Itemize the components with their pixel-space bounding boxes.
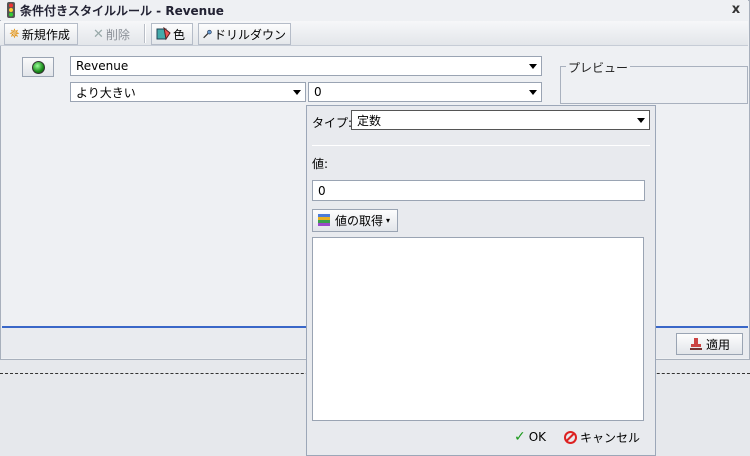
check-icon: ✓ [514,429,526,445]
color-button[interactable]: 色 [151,23,193,45]
apply-button[interactable]: 適用 [676,333,743,355]
delete-x-icon: ✕ [93,26,104,42]
field-select[interactable]: Revenue [70,56,542,76]
get-value-button[interactable]: 値の取得 ▾ [312,209,398,232]
chevron-down-icon[interactable] [634,112,648,128]
chevron-down-icon[interactable] [290,84,304,100]
color-label: 色 [173,27,186,42]
field-select-value: Revenue [76,59,129,73]
values-list[interactable] [312,237,644,421]
value-input-text: 0 [318,183,326,198]
new-star-icon: ✵ [9,26,20,42]
cancel-label: キャンセル [580,430,641,445]
chevron-down-icon[interactable] [526,84,540,100]
toolbar-separator [144,24,146,43]
drilldown-icon [203,29,212,39]
operator-select[interactable]: より大きい [70,82,306,102]
status-indicator-button[interactable] [22,57,54,77]
drilldown-label: ドリルダウン [213,27,286,42]
compare-value-select[interactable]: 0 [308,82,542,102]
database-icon [318,214,330,226]
color-icon [156,27,171,41]
preview-legend: プレビュー [566,59,631,76]
close-button[interactable]: x [728,2,744,18]
cancel-icon [564,430,577,444]
popup-divider [312,145,650,146]
dropdown-arrow-icon: ▾ [386,216,391,225]
window-title: 条件付きスタイルルール - Revenue [20,4,224,18]
chevron-down-icon[interactable] [526,58,540,74]
new-label: 新規作成 [21,27,70,42]
cancel-button[interactable]: キャンセル [564,428,640,446]
new-button[interactable]: ✵ 新規作成 [4,23,78,45]
delete-label: 削除 [105,27,130,42]
ok-button[interactable]: ✓ OK [514,428,546,446]
type-select[interactable]: 定数 [351,110,650,130]
delete-button[interactable]: ✕ 削除 [88,23,138,45]
apply-label: 適用 [705,337,730,352]
status-led-icon [31,60,45,74]
value-input[interactable]: 0 [312,180,645,201]
get-value-label: 値の取得 [335,214,384,228]
traffic-light-icon [7,2,15,18]
type-select-value: 定数 [357,113,382,128]
compare-value-text: 0 [314,85,322,99]
apply-stamp-icon [689,338,702,350]
operator-select-value: より大きい [76,85,136,100]
ok-label: OK [528,430,547,444]
drilldown-button[interactable]: ドリルダウン [198,23,291,45]
value-label: 値: [312,157,329,171]
type-label: タイプ: [312,116,353,130]
